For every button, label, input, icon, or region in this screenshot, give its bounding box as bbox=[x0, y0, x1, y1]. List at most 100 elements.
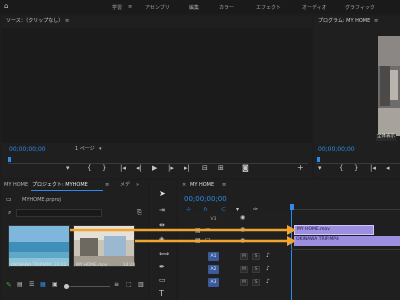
razor-tool-icon[interactable]: ◈ bbox=[159, 236, 164, 243]
source-scrub-bar[interactable] bbox=[8, 160, 308, 164]
search-input[interactable] bbox=[16, 209, 102, 217]
project-panel: MY HOME プロジェクト: MYHOME ≡ メデ » ▭ MYHOME.p… bbox=[2, 180, 148, 300]
camera-icon[interactable]: ◙ bbox=[242, 165, 249, 172]
solo-button[interactable]: S bbox=[252, 279, 260, 286]
bracket-left-icon[interactable]: { bbox=[339, 165, 343, 172]
eye-icon[interactable]: ◉ bbox=[240, 227, 245, 233]
new-bin-icon[interactable]: ⎘ bbox=[137, 210, 142, 216]
sort-icon[interactable]: ≡ bbox=[114, 282, 119, 288]
track-target-a3[interactable]: A3 bbox=[208, 278, 219, 287]
chevron-down-icon[interactable]: ▾ bbox=[99, 147, 102, 152]
home-icon[interactable]: ⌂ bbox=[4, 3, 8, 10]
clip-thumbnail-okinawa[interactable] bbox=[8, 225, 70, 267]
new-item-icon[interactable]: ⬚ bbox=[126, 282, 132, 288]
step-forward-icon[interactable]: |▸ bbox=[168, 165, 174, 172]
mute-button[interactable]: M bbox=[240, 253, 248, 260]
timeline-clip-okinawa[interactable]: OKINAWA TRIP.MP4 bbox=[294, 236, 400, 246]
mute-button[interactable]: M bbox=[240, 279, 248, 286]
go-to-in-icon[interactable]: |◂ bbox=[370, 165, 376, 172]
eye-icon[interactable]: ◉ bbox=[240, 215, 245, 221]
track-target-a2[interactable]: A2 bbox=[208, 265, 219, 274]
workspace-tab-graphics[interactable]: グラフィック bbox=[345, 4, 375, 11]
tab-media[interactable]: メデ bbox=[120, 183, 130, 188]
lock-icon[interactable]: ▤ bbox=[195, 228, 201, 234]
tab-overflow-icon[interactable]: » bbox=[136, 183, 139, 188]
source-monitor-title[interactable]: ソース：（クリップなし） bbox=[6, 19, 63, 24]
time-ruler[interactable] bbox=[291, 202, 400, 210]
solo-button[interactable]: S bbox=[252, 253, 260, 260]
workspace-menu-icon[interactable]: ≡ bbox=[128, 4, 132, 10]
tab-project[interactable]: プロジェクト: MYHOME bbox=[32, 183, 88, 188]
go-to-out-icon[interactable]: ▸| bbox=[184, 165, 190, 172]
pen-tool-icon[interactable]: ✒ bbox=[159, 264, 165, 271]
hand-tool-icon[interactable]: ▭ bbox=[159, 277, 166, 284]
play-icon[interactable]: ▶ bbox=[152, 165, 157, 172]
program-fit-select[interactable]: 全体表示 bbox=[376, 134, 396, 141]
timeline-clip-my-home[interactable]: MY HOME.mov bbox=[294, 225, 374, 235]
clip-duration: 14:28 bbox=[123, 263, 136, 268]
timeline-close-icon[interactable]: × bbox=[182, 183, 186, 188]
eye-icon[interactable]: ◉ bbox=[240, 238, 245, 244]
source-monitor-panel: ソース：（クリップなし） ≡ 00;00;00;00 1 ページ ▾ ▾ { }… bbox=[2, 16, 312, 178]
bracket-left-icon[interactable]: { bbox=[87, 165, 91, 172]
pencil-icon[interactable]: ✎ bbox=[6, 282, 12, 289]
workspace-tab-effects[interactable]: エフェクト bbox=[256, 4, 281, 11]
selection-tool-icon[interactable]: ➤ bbox=[159, 190, 166, 198]
zoom-slider-handle[interactable] bbox=[64, 284, 69, 289]
freeform-view-icon[interactable]: ▣ bbox=[52, 282, 58, 288]
workspace-tab-learning[interactable]: 学習 bbox=[112, 4, 122, 11]
zoom-slider[interactable] bbox=[66, 286, 110, 287]
clip-label: MY HOME.mov bbox=[297, 227, 330, 232]
workspace-tab-assembly[interactable]: アセンブリ bbox=[145, 4, 170, 11]
program-monitor-panel: プログラム: MY HOME ≡ 00;00;00;00 全体表示 ▾ { } … bbox=[314, 16, 400, 178]
ripple-edit-tool-icon[interactable]: ⇹ bbox=[159, 222, 165, 229]
bracket-right-icon[interactable]: } bbox=[354, 165, 358, 172]
step-back-icon[interactable]: ◂| bbox=[136, 165, 142, 172]
search-icon: ⌕ bbox=[8, 209, 12, 216]
mark-in-icon[interactable]: ▾ bbox=[66, 165, 70, 172]
source-timecode[interactable]: 00;00;00;00 bbox=[9, 147, 46, 153]
program-playhead[interactable] bbox=[317, 157, 320, 162]
solo-button[interactable]: S bbox=[252, 266, 260, 273]
folder-icon: ▭ bbox=[6, 196, 12, 203]
clip-thumbnail-my-home[interactable] bbox=[73, 225, 135, 267]
track-select-tool-icon[interactable]: ⇥ bbox=[159, 207, 165, 214]
workspace-tab-edit[interactable]: 編集 bbox=[189, 4, 199, 11]
sync-icon[interactable]: ▭ bbox=[205, 227, 211, 233]
insert-icon[interactable]: ⊟ bbox=[202, 165, 208, 172]
bracket-right-icon[interactable]: } bbox=[102, 165, 106, 172]
delete-icon[interactable]: ▥ bbox=[138, 282, 144, 288]
source-page-select[interactable]: 1 ページ bbox=[75, 147, 95, 152]
tab-my-home[interactable]: MY HOME bbox=[4, 183, 28, 188]
icon-view-icon[interactable]: ▦ bbox=[40, 282, 46, 288]
timeline-tab[interactable]: MY HOME bbox=[190, 183, 214, 188]
track-target-a1[interactable]: A1 bbox=[208, 252, 219, 261]
source-playhead[interactable] bbox=[8, 157, 11, 162]
timeline-timecode[interactable]: 00;00;00;00 bbox=[184, 196, 227, 203]
playhead-line bbox=[291, 210, 292, 300]
program-monitor-menu-icon[interactable]: ≡ bbox=[374, 19, 378, 24]
microphone-icon[interactable]: ♪ bbox=[266, 266, 270, 272]
type-tool-icon[interactable]: T bbox=[159, 290, 164, 298]
track-target-v3[interactable]: V3 bbox=[208, 215, 219, 224]
overwrite-icon[interactable]: ⊞ bbox=[218, 165, 224, 172]
sync-icon[interactable]: ▭ bbox=[205, 237, 211, 243]
workspace-tab-audio[interactable]: オーディオ bbox=[302, 4, 327, 11]
microphone-icon[interactable]: ♪ bbox=[266, 279, 270, 285]
go-to-in-icon[interactable]: |◂ bbox=[120, 165, 126, 172]
lock-icon[interactable]: ▤ bbox=[17, 282, 23, 288]
source-monitor-menu-icon[interactable]: ≡ bbox=[65, 19, 69, 24]
list-view-icon[interactable]: ☰ bbox=[29, 282, 34, 288]
program-monitor-title[interactable]: プログラム: MY HOME bbox=[318, 19, 370, 24]
step-back-icon[interactable]: ◂ bbox=[386, 165, 390, 172]
lock-icon[interactable]: ▤ bbox=[195, 238, 201, 244]
program-timecode[interactable]: 00;00;00;00 bbox=[318, 147, 355, 153]
workspace-tab-color[interactable]: カラー bbox=[219, 4, 234, 11]
microphone-icon[interactable]: ♪ bbox=[266, 253, 270, 259]
add-button-icon[interactable]: + bbox=[297, 164, 304, 172]
project-tab-menu-icon[interactable]: ≡ bbox=[105, 183, 109, 188]
mark-in-icon[interactable]: ▾ bbox=[318, 165, 322, 172]
slip-tool-icon[interactable]: ⟺ bbox=[159, 251, 169, 258]
timeline-tab-menu-icon[interactable]: ≡ bbox=[222, 183, 226, 188]
mute-button[interactable]: M bbox=[240, 266, 248, 273]
